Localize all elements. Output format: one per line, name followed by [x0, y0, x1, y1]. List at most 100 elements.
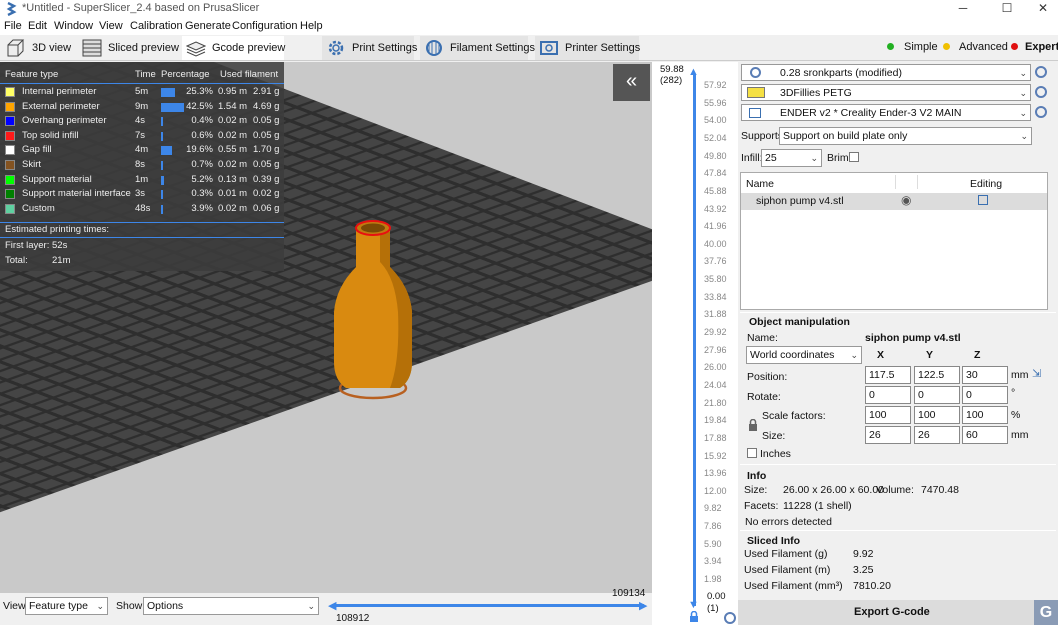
tab-3d-view[interactable]: 3D view — [2, 36, 74, 60]
legend-percentage-bar — [161, 88, 175, 97]
object-row[interactable]: siphon pump v4.stl ◉ — [741, 193, 1047, 210]
menu-bar: File Edit Window View Calibration Genera… — [0, 18, 1058, 35]
object-list: Name Editing siphon pump v4.stl ◉ — [740, 172, 1048, 310]
legend-time: 8s — [135, 159, 146, 170]
vslider-bottom-layer: (1) — [707, 603, 719, 614]
inches-checkbox[interactable] — [747, 448, 757, 458]
vslider-track[interactable] — [693, 74, 696, 606]
legend-row[interactable]: Support material 1m 5.2% 0.13 m 0.39 g — [0, 174, 284, 188]
view-select[interactable]: Feature type ⌄ — [25, 597, 108, 615]
vslider-bottom-value: 0.00 — [707, 591, 726, 602]
tab-sliced-preview[interactable]: Sliced preview — [78, 36, 179, 60]
legend-row[interactable]: Skirt 8s 0.7% 0.02 m 0.05 g — [0, 159, 284, 173]
collapse-sidebar-button[interactable]: « — [613, 64, 650, 101]
vslider-top-thumb[interactable]: ▲ — [688, 66, 699, 78]
filament-preset-edit-icon[interactable] — [1035, 86, 1047, 98]
position-z-field[interactable]: 30 — [962, 366, 1008, 384]
scale-x-field[interactable]: 100 — [865, 406, 911, 424]
close-button[interactable]: ✕ — [1028, 0, 1058, 18]
inches-label: Inches — [760, 448, 791, 460]
brim-label: Brim: — [827, 152, 852, 164]
supports-select[interactable]: Support on build plate only ⌄ — [779, 127, 1032, 145]
print-preset-select[interactable]: 0.28 sronkparts (modified) ⌄ — [741, 64, 1031, 81]
position-label: Position: — [747, 371, 788, 383]
tab-gcode-preview[interactable]: Gcode preview — [182, 36, 285, 60]
legend-color-swatch — [5, 116, 15, 127]
brim-checkbox[interactable] — [849, 152, 859, 162]
scale-z-field[interactable]: 100 — [962, 406, 1008, 424]
tab-printer-settings[interactable]: Printer Settings — [535, 36, 641, 60]
menu-generate[interactable]: Generate — [185, 20, 231, 32]
legend-row[interactable]: Gap fill 4m 19.6% 0.55 m 1.70 g — [0, 144, 284, 158]
printer-preset-value: ENDER v2 * Creality Ender-3 V2 MAIN — [780, 107, 962, 119]
size-x-field[interactable]: 26 — [865, 426, 911, 444]
legend-time: 48s — [135, 202, 151, 214]
scale-y-field[interactable]: 100 — [914, 406, 960, 424]
legend-row[interactable]: Custom 48s 3.9% 0.02 m 0.06 g — [0, 203, 284, 217]
position-x-field[interactable]: 117.5 — [865, 366, 911, 384]
maximize-button[interactable]: ☐ — [992, 0, 1022, 18]
legend-row[interactable]: Overhang perimeter 4s 0.4% 0.02 m 0.05 g — [0, 115, 284, 129]
print-preset-value: 0.28 sronkparts (modified) — [780, 67, 902, 79]
app-icon — [6, 2, 17, 16]
legend-row[interactable]: Internal perimeter 5m 25.3% 0.95 m 2.91 g — [0, 86, 284, 100]
menu-view[interactable]: View — [99, 20, 123, 32]
legend-percentage: 3.9% — [191, 202, 213, 214]
menu-edit[interactable]: Edit — [28, 20, 47, 32]
simple-dot-icon — [887, 43, 894, 50]
infill-select[interactable]: 25 ⌄ — [761, 149, 822, 167]
hslider-right-thumb[interactable]: ▶ — [639, 599, 647, 612]
mode-expert-button[interactable]: Expert — [1008, 40, 1058, 56]
coordinates-select[interactable]: World coordinates ⌄ — [746, 346, 862, 364]
vslider-tick-label: 26.00 — [704, 362, 727, 373]
mode-advanced-button[interactable]: Advanced — [940, 40, 1008, 56]
layer-slider[interactable]: 59.88 (282) ▲ ▼ 57.92 55.96 54.00 52.04 49.8… — [652, 62, 738, 625]
vslider-settings-gear-icon[interactable] — [724, 612, 736, 624]
menu-configuration[interactable]: Configuration — [232, 20, 297, 32]
legend-row[interactable]: External perimeter 9m 42.5% 1.54 m 4.69 g — [0, 101, 284, 115]
hslider-max-value: 109134 — [612, 588, 646, 599]
legend-panel: Feature type Time Percentage Used filame… — [0, 62, 284, 271]
legend-header-percentage: Percentage — [161, 69, 210, 80]
vslider-tick-label: 19.84 — [704, 415, 727, 426]
tab-printer-settings-label: Printer Settings — [565, 42, 641, 54]
legend-color-swatch — [5, 101, 15, 112]
printer-preset-select[interactable]: ENDER v2 * Creality Ender-3 V2 MAIN ⌄ — [741, 104, 1031, 121]
menu-window[interactable]: Window — [54, 20, 93, 32]
tab-filament-settings[interactable]: Filament Settings — [420, 36, 535, 60]
legend-time: 4s — [135, 115, 146, 127]
drop-to-bed-icon[interactable]: ⇲ — [1032, 367, 1041, 380]
menu-file[interactable]: File — [4, 20, 22, 32]
tab-print-settings[interactable]: Print Settings — [322, 36, 417, 60]
horizontal-slider[interactable] — [332, 604, 644, 607]
rotate-z-field[interactable]: 0 — [962, 386, 1008, 404]
vslider-tick-label: 24.04 — [704, 379, 727, 390]
export-gcode-button[interactable]: Export G-code — [738, 600, 1034, 625]
position-y-field[interactable]: 122.5 — [914, 366, 960, 384]
menu-calibration[interactable]: Calibration — [130, 20, 183, 32]
z-axis-label: Z — [974, 349, 981, 361]
show-select[interactable]: Options ⌄ — [143, 597, 319, 615]
print-preset-edit-icon[interactable] — [1035, 66, 1047, 78]
minimize-button[interactable]: ─ — [948, 0, 978, 18]
eye-icon[interactable]: ◉ — [901, 193, 911, 207]
rotate-y-field[interactable]: 0 — [914, 386, 960, 404]
size-z-field[interactable]: 60 — [962, 426, 1008, 444]
printer-preset-edit-icon[interactable] — [1035, 106, 1047, 118]
legend-feature-name: Overhang perimeter — [22, 115, 107, 127]
send-gcode-icon[interactable]: G — [1034, 600, 1058, 625]
rotate-x-field[interactable]: 0 — [865, 386, 911, 404]
lock-icon[interactable] — [688, 611, 700, 623]
vslider-bottom-thumb[interactable]: ▼ — [688, 599, 699, 611]
size-y-field[interactable]: 26 — [914, 426, 960, 444]
estimated-times-label: Estimated printing times: — [5, 224, 110, 235]
hslider-left-thumb[interactable]: ◀ — [328, 599, 336, 612]
edit-object-icon[interactable] — [978, 195, 988, 205]
legend-row[interactable]: Top solid infill 7s 0.6% 0.02 m 0.05 g — [0, 130, 284, 144]
mode-simple-button[interactable]: Simple — [884, 40, 938, 56]
filament-preset-select[interactable]: 3DFillies PETG ⌄ — [741, 84, 1031, 101]
legend-row[interactable]: Support material interface 3s 0.3% 0.01 m 0.… — [0, 188, 284, 202]
lock-scale-icon[interactable] — [748, 419, 758, 432]
gcode-layers-icon — [186, 41, 206, 57]
menu-help[interactable]: Help — [300, 20, 323, 32]
